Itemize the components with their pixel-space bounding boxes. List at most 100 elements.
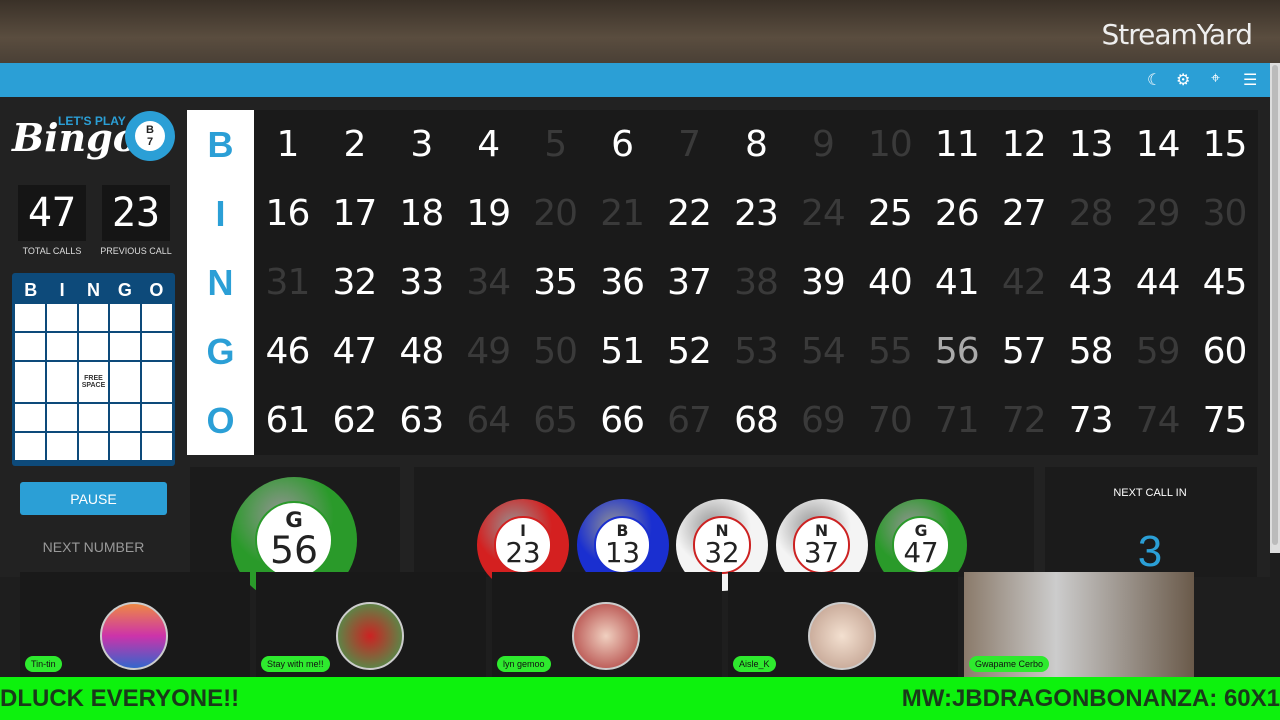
- card-cell[interactable]: [142, 433, 172, 460]
- board-number-20: 20: [533, 193, 578, 234]
- board-letter: O: [206, 399, 235, 441]
- card-header-letter: G: [117, 280, 132, 300]
- board-number-42: 42: [1001, 262, 1047, 303]
- menu-icon[interactable]: ☰: [1243, 70, 1257, 90]
- participant-name: Aisle_K: [733, 656, 776, 672]
- board-number-29: 29: [1135, 193, 1181, 234]
- participant-name: Tin-tin: [25, 656, 62, 672]
- board-number-10: 10: [867, 124, 913, 165]
- board-letters: BINGO: [187, 110, 254, 455]
- board-letter: G: [206, 330, 235, 372]
- board-number-36: 36: [600, 262, 645, 303]
- board-number-55: 55: [867, 331, 913, 372]
- card-cell[interactable]: [46, 433, 77, 460]
- card-cell[interactable]: [46, 404, 77, 432]
- board-number-64: 64: [466, 400, 511, 441]
- board-number-46: 46: [265, 331, 311, 372]
- next-call-label: NEXT CALL IN: [1113, 487, 1187, 499]
- board-number-32: 32: [332, 262, 377, 303]
- ticker-left-text: DLUCK EVERYONE!!: [0, 685, 240, 712]
- participant-tile[interactable]: Stay with me!!: [256, 572, 486, 677]
- scrollbar[interactable]: [1270, 63, 1280, 553]
- card-cell[interactable]: [142, 332, 172, 360]
- card-cell[interactable]: [110, 433, 141, 460]
- card-cell[interactable]: [46, 332, 77, 360]
- board-number-44: 44: [1135, 262, 1181, 303]
- ball-number: 47: [903, 536, 939, 570]
- board-number-31: 31: [265, 262, 311, 303]
- card-cell[interactable]: [110, 304, 141, 331]
- next-call-countdown: 3: [1137, 527, 1163, 576]
- ball-face: N 37: [792, 516, 851, 574]
- bingo-app: Bingo! LET'S PLAY B7 47 23 TOTAL CALLS P…: [0, 97, 1270, 603]
- board-number-68: 68: [734, 400, 779, 441]
- card-cell[interactable]: [15, 332, 45, 360]
- card-cell[interactable]: [46, 361, 77, 403]
- participant-avatar: [572, 602, 640, 670]
- board-number-26: 26: [934, 193, 980, 234]
- board-number-47: 47: [332, 331, 377, 372]
- card-cell[interactable]: [15, 361, 45, 403]
- board-number-39: 39: [801, 262, 846, 303]
- participant-tile[interactable]: Tin-tin: [20, 572, 250, 677]
- card-header-letter: N: [87, 280, 101, 300]
- participant-tile[interactable]: Gwapame Cerbo: [964, 572, 1194, 677]
- board-number-38: 38: [734, 262, 779, 303]
- card-cell[interactable]: [78, 433, 109, 460]
- logo-ball-letter: B: [146, 124, 154, 136]
- bingo-card: B I NGO FREE SPACE: [12, 273, 175, 466]
- number-board: 1 2 3 4 5 6 7 8 9 10 11 12 13 14 15 16 17 18 19 20 21 22 23 24 2…: [254, 110, 1258, 455]
- ball-number: 37: [803, 536, 840, 570]
- board-number-24: 24: [801, 193, 846, 234]
- card-cell[interactable]: [110, 404, 141, 432]
- board-number-41: 41: [934, 262, 980, 303]
- board-number-11: 11: [934, 124, 980, 165]
- participant-tile[interactable]: lyn gemoo: [492, 572, 722, 677]
- board-number-71: 71: [934, 400, 980, 441]
- card-cell[interactable]: [46, 304, 77, 331]
- free-space-cell[interactable]: FREE SPACE: [78, 361, 109, 403]
- ball-number: 56: [269, 527, 319, 572]
- board-number-63: 63: [399, 400, 444, 441]
- previous-call-label: PREVIOUS CALL: [100, 246, 172, 256]
- board-number-28: 28: [1068, 193, 1114, 234]
- board-number-70: 70: [867, 400, 913, 441]
- board-number-25: 25: [867, 193, 913, 234]
- card-cell[interactable]: [142, 404, 172, 432]
- board-number-35: 35: [533, 262, 578, 303]
- board-number-60: 60: [1202, 331, 1248, 372]
- participant-name: lyn gemoo: [497, 656, 551, 672]
- board-number-72: 72: [1001, 400, 1047, 441]
- card-cell[interactable]: [142, 304, 172, 331]
- card-cell[interactable]: [15, 304, 45, 331]
- board-number-56: 56: [934, 331, 980, 372]
- card-cell[interactable]: [15, 404, 45, 432]
- board-number-54: 54: [801, 331, 846, 372]
- logo-tagline: LET'S PLAY: [58, 114, 126, 128]
- board-number-5: 5: [544, 124, 567, 165]
- card-cell[interactable]: [110, 332, 141, 360]
- map-pin-icon[interactable]: ⌖: [1211, 70, 1220, 88]
- board-number-51: 51: [600, 331, 645, 372]
- gears-icon[interactable]: ⚙: [1176, 70, 1190, 90]
- board-number-6: 6: [611, 124, 634, 165]
- board-number-7: 7: [678, 124, 701, 165]
- board-number-27: 27: [1001, 193, 1047, 234]
- bingo-logo: Bingo! LET'S PLAY B7: [12, 111, 177, 171]
- board-number-33: 33: [399, 262, 444, 303]
- logo-ball: B7: [125, 111, 175, 161]
- card-cell[interactable]: [142, 361, 172, 403]
- board-number-23: 23: [734, 193, 779, 234]
- pause-button[interactable]: PAUSE: [20, 482, 167, 515]
- card-cell[interactable]: [78, 304, 109, 331]
- app-toolbar: ☾ ⚙ ⌖ ☰: [0, 63, 1270, 97]
- board-number-69: 69: [801, 400, 846, 441]
- card-cell[interactable]: [110, 361, 141, 403]
- ball-number: 13: [604, 536, 641, 570]
- participant-tile[interactable]: Aisle_K: [728, 572, 958, 677]
- card-cell[interactable]: [78, 332, 109, 360]
- moon-icon[interactable]: ☾: [1147, 70, 1161, 90]
- card-cell[interactable]: [78, 404, 109, 432]
- board-number-52: 52: [667, 331, 712, 372]
- card-cell[interactable]: [15, 433, 45, 460]
